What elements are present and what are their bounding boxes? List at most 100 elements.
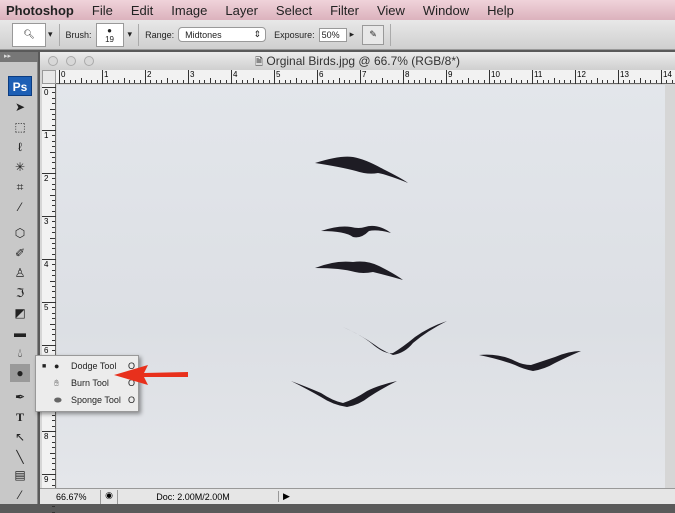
vertical-ruler[interactable]: 0123456789 [42, 84, 56, 513]
color-sampler-tool-icon[interactable]: ⁄ [10, 486, 30, 504]
ruler-tick [424, 78, 426, 83]
dodge-icon: ● [54, 361, 60, 371]
ruler-tick [52, 92, 55, 94]
menu-bar: Photoshop File Edit Image Layer Select F… [0, 0, 675, 20]
ruler-tick [650, 80, 652, 83]
ruler-tick [639, 78, 641, 83]
gradient-tool-icon[interactable]: ▬ [10, 324, 30, 342]
ruler-tick [397, 80, 399, 83]
ruler-tick [112, 80, 114, 83]
range-select[interactable]: Midtones ⇕ [178, 27, 267, 42]
ruler-tick [429, 80, 431, 83]
ruler-tick [526, 80, 528, 83]
ruler-tick [505, 80, 507, 83]
line-tool-icon[interactable]: ╲ [10, 448, 30, 466]
ruler-tick [247, 80, 249, 83]
ruler-tick [370, 80, 372, 83]
crop-tool-icon[interactable]: ⌗ [10, 178, 30, 196]
eyedropper-tool-icon[interactable]: ⁄ [10, 198, 30, 216]
brush-tool-icon[interactable]: ✐ [10, 244, 30, 262]
ruler-tick [52, 264, 55, 266]
marquee-tool-icon[interactable]: ⬚ [10, 118, 30, 136]
healing-brush-tool-icon[interactable]: ⬡ [10, 224, 30, 242]
ruler-tick [306, 80, 308, 83]
menu-file[interactable]: File [83, 3, 122, 18]
image-canvas[interactable] [57, 85, 665, 488]
blur-tool-icon[interactable]: 💧︎ [10, 344, 30, 362]
menu-help[interactable]: Help [478, 3, 523, 18]
tool-preset-picker[interactable]: 🔍︎ [12, 22, 46, 47]
red-arrow-annotation [114, 365, 188, 385]
ruler-tick [52, 334, 55, 336]
ruler-tick [338, 78, 340, 83]
ruler-tick [118, 80, 120, 83]
eraser-tool-icon[interactable]: ◩ [10, 304, 30, 322]
menu-edit[interactable]: Edit [122, 3, 162, 18]
ruler-tick [52, 275, 55, 277]
ruler-tick [52, 199, 55, 201]
ruler-tick [365, 80, 367, 83]
menu-app[interactable]: Photoshop [0, 3, 83, 18]
minimize-button[interactable] [66, 56, 76, 66]
ruler-tick [548, 80, 550, 83]
ruler-tick [241, 80, 243, 83]
zoom-button[interactable] [84, 56, 94, 66]
magic-wand-tool-icon[interactable]: ✳ [10, 158, 30, 176]
ruler-tick [128, 80, 130, 83]
ruler-tick [343, 80, 345, 83]
ruler-tick [50, 280, 55, 282]
chevron-down-icon[interactable]: ▾ [48, 29, 53, 40]
exposure-input[interactable]: 50% [318, 27, 347, 42]
ruler-tick [52, 468, 55, 470]
exposure-slider-arrow-icon[interactable]: ▸ [350, 29, 355, 40]
ruler-tick [52, 124, 55, 126]
ruler-tick [644, 80, 646, 83]
dodge-tool-icon[interactable]: ● [10, 364, 30, 382]
range-value: Midtones [185, 29, 222, 40]
history-brush-tool-icon[interactable]: ℑ [10, 284, 30, 302]
menu-window[interactable]: Window [414, 3, 478, 18]
menu-image[interactable]: Image [162, 3, 216, 18]
flyout-label: Dodge Tool [71, 361, 117, 371]
menu-select[interactable]: Select [267, 3, 321, 18]
ruler-tick [322, 80, 324, 83]
ruler-tick [623, 80, 625, 83]
ruler-origin[interactable] [42, 70, 56, 84]
lasso-tool-icon[interactable]: ℓ [10, 138, 30, 156]
options-bar: 🔍︎ ▾ Brush: ● 19 ▾ Range: Midtones ⇕ Expos… [0, 20, 675, 50]
selected-square-icon: ■ [42, 363, 47, 370]
ruler-tick [510, 78, 512, 83]
close-button[interactable] [48, 56, 58, 66]
toolbox-collapse[interactable]: ▸▸ [0, 52, 38, 62]
menu-filter[interactable]: Filter [321, 3, 368, 18]
ruler-tick [472, 80, 474, 83]
type-tool-icon[interactable]: T [10, 408, 30, 426]
ruler-tick [171, 80, 173, 83]
ruler-tick [564, 80, 566, 83]
clone-stamp-tool-icon[interactable]: ♙ [10, 264, 30, 282]
menu-view[interactable]: View [368, 3, 414, 18]
ruler-tick [478, 80, 480, 83]
menu-layer[interactable]: Layer [216, 3, 267, 18]
path-selection-tool-icon[interactable]: ↖ [10, 428, 30, 446]
ruler-tick [585, 80, 587, 83]
ruler-tick [354, 80, 356, 83]
flyout-item-sponge[interactable]: ⬬ Sponge Tool O [36, 392, 140, 409]
airbrush-button[interactable]: ✎ [362, 24, 385, 45]
ruler-tick [193, 80, 195, 83]
ruler-tick [467, 78, 469, 83]
ruler-tick [50, 108, 55, 110]
zoom-level[interactable]: 66.67% [40, 492, 90, 502]
status-menu-arrow-icon[interactable]: ▶ [278, 491, 294, 502]
pen-tool-icon[interactable]: ✒ [10, 388, 30, 406]
move-tool-icon[interactable]: ➤ [10, 98, 30, 116]
flyout-shortcut: O [128, 395, 136, 405]
document-title-bar: 🗎 Orginal Birds.jpg @ 66.7% (RGB/8*) [40, 52, 675, 70]
ruler-tick [209, 78, 211, 83]
brush-chevron-icon[interactable]: ▾ [128, 29, 133, 40]
brush-picker[interactable]: ● 19 [95, 22, 124, 47]
horizontal-ruler[interactable]: 0 1 2 3 4 5 6 7 8 9 10 11 12 13 14 [56, 70, 675, 84]
notes-tool-icon[interactable]: ▤ [10, 466, 30, 484]
status-options-icon[interactable]: ◉ [100, 489, 118, 504]
ruler-tick [50, 323, 55, 325]
